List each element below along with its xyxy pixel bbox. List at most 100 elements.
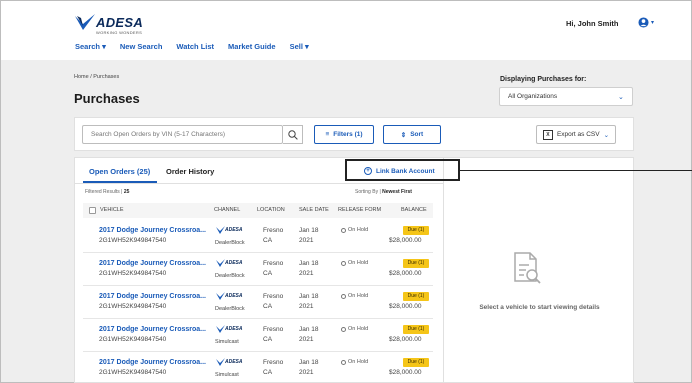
adesa-logo[interactable]: ADESA WORKING WONDERS — [73, 12, 153, 38]
vehicle-vin: 2G1WH52K949847540 — [99, 369, 167, 376]
column-channel[interactable]: CHANNEL — [214, 207, 240, 213]
table-row[interactable]: 2017 Dodge Journey Crossroa... 2G1WH52K94… — [83, 253, 433, 286]
logo-wing-icon — [216, 259, 225, 267]
channel-logo-text: ADESA — [225, 359, 243, 365]
logo-wing-icon — [216, 292, 225, 300]
sale-date: Jan 18 — [299, 227, 319, 234]
vehicle-vin: 2G1WH52K949847540 — [99, 270, 167, 277]
hold-status-icon — [341, 326, 346, 332]
export-csv-button[interactable]: X Export as CSV ⌄ — [536, 125, 616, 144]
nav-watch-list[interactable]: Watch List — [176, 42, 214, 51]
filtered-label: Filtered Results | — [85, 189, 123, 195]
channel-logo: ADESA — [216, 226, 248, 236]
orders-panel: Open Orders (25) Order History + Link Ba… — [74, 157, 444, 383]
channel-logo: ADESA — [216, 325, 248, 335]
channel-logo-text: ADESA — [225, 260, 243, 266]
user-circle-icon[interactable] — [638, 17, 649, 28]
due-badge: Due (1) — [403, 292, 429, 301]
channel-name: DealerBlock — [215, 306, 245, 312]
filter-lines-icon: ≡ — [325, 131, 330, 138]
nav-new-search[interactable]: New Search — [120, 42, 163, 51]
filtered-count: 25 — [123, 189, 130, 195]
table-row[interactable]: 2017 Dodge Journey Crossroa... 2G1WH52K94… — [83, 220, 433, 253]
column-release-form[interactable]: RELEASE FORM — [338, 207, 381, 213]
spreadsheet-icon: X — [542, 129, 553, 140]
table-row[interactable]: 2017 Dodge Journey Crossroa... 2G1WH52K94… — [83, 319, 433, 352]
nav-search[interactable]: Search ▾ — [75, 42, 106, 51]
release-status-label: On Hold — [348, 293, 369, 299]
vehicle-vin: 2G1WH52K949847540 — [99, 336, 167, 343]
sorting-by: Sorting By | Newest First — [355, 189, 412, 195]
chevron-down-icon: ⌄ — [603, 131, 610, 139]
sale-date: Jan 18 — [299, 260, 319, 267]
nav-sell[interactable]: Sell ▾ — [290, 42, 309, 51]
empty-detail-message: Select a vehicle to start viewing detail… — [479, 304, 600, 311]
table-row[interactable]: 2017 Dodge Journey Crossroa... 2G1WH52K94… — [83, 286, 433, 319]
due-badge: Due (1) — [403, 226, 429, 235]
tab-open-orders[interactable]: Open Orders (25) — [89, 167, 150, 176]
hold-status-icon — [341, 359, 346, 365]
release-status: On Hold — [341, 260, 368, 266]
due-badge: Due (1) — [403, 259, 429, 268]
search-button[interactable] — [283, 125, 303, 144]
vehicle-title-link[interactable]: 2017 Dodge Journey Crossroa... — [99, 227, 206, 234]
tab-order-history[interactable]: Order History — [166, 167, 214, 176]
vin-search-input[interactable] — [82, 125, 283, 144]
select-all-checkbox[interactable] — [89, 207, 96, 214]
displaying-for-label: Displaying Purchases for: — [500, 76, 587, 83]
location-state: CA — [263, 270, 273, 277]
channel-name: Simulcast — [215, 372, 239, 378]
location-city: Fresno — [263, 227, 284, 234]
balance-amount: $28,000.00 — [389, 270, 422, 277]
channel-name: Simulcast — [215, 339, 239, 345]
column-balance[interactable]: BALANCE — [401, 207, 427, 213]
release-status-label: On Hold — [348, 359, 369, 365]
callout-highlight-box — [345, 159, 460, 181]
location-state: CA — [263, 303, 273, 310]
user-greeting[interactable]: Hi, John Smith — [566, 19, 619, 28]
tab-divider — [75, 183, 443, 184]
document-search-icon — [514, 252, 541, 284]
vehicle-vin: 2G1WH52K949847540 — [99, 303, 167, 310]
table-row[interactable]: 2017 Dodge Journey Crossroa... 2G1WH52K94… — [83, 352, 433, 383]
release-status-label: On Hold — [348, 260, 369, 266]
callout-leader-line — [460, 170, 692, 171]
page-title: Purchases — [74, 91, 140, 106]
sort-button[interactable]: ⇕ Sort — [383, 125, 441, 144]
vehicle-title-link[interactable]: 2017 Dodge Journey Crossroa... — [99, 359, 206, 366]
logo-tagline: WORKING WONDERS — [96, 30, 143, 35]
due-badge: Due (1) — [403, 358, 429, 367]
location-city: Fresno — [263, 260, 284, 267]
channel-name: DealerBlock — [215, 240, 245, 246]
sale-year: 2021 — [299, 369, 314, 376]
location-city: Fresno — [263, 326, 284, 333]
organization-select[interactable]: All Organizations ⌄ — [499, 87, 633, 106]
filters-button[interactable]: ≡ Filters (1) — [314, 125, 374, 144]
vehicle-title-link[interactable]: 2017 Dodge Journey Crossroa... — [99, 326, 206, 333]
user-menu-chevron-icon[interactable]: ▾ — [651, 19, 654, 26]
column-vehicle[interactable]: VEHICLE — [100, 207, 124, 213]
organization-value: All Organizations — [508, 93, 558, 100]
top-header: ADESA WORKING WONDERS Search ▾ New Searc… — [1, 1, 691, 60]
sale-year: 2021 — [299, 270, 314, 277]
channel-logo-text: ADESA — [225, 227, 243, 233]
sale-year: 2021 — [299, 336, 314, 343]
balance-amount: $28,000.00 — [389, 303, 422, 310]
hold-status-icon — [341, 260, 346, 266]
toolbar: ≡ Filters (1) ⇕ Sort X Export as CSV ⌄ — [74, 117, 634, 151]
vehicle-title-link[interactable]: 2017 Dodge Journey Crossroa... — [99, 260, 206, 267]
sale-date: Jan 18 — [299, 359, 319, 366]
logo-wing-icon — [75, 14, 95, 30]
vehicle-title-link[interactable]: 2017 Dodge Journey Crossroa... — [99, 293, 206, 300]
column-sale-date[interactable]: SALE DATE — [299, 207, 329, 213]
column-location[interactable]: LOCATION — [257, 207, 285, 213]
channel-logo: ADESA — [216, 259, 248, 269]
nav-market-guide[interactable]: Market Guide — [228, 42, 276, 51]
export-label: Export as CSV — [556, 131, 600, 138]
sort-label: Sort — [410, 131, 424, 138]
channel-name: DealerBlock — [215, 273, 245, 279]
chevron-down-icon: ⌄ — [618, 94, 624, 101]
breadcrumb[interactable]: Home / Purchases — [74, 74, 119, 80]
location-state: CA — [263, 237, 273, 244]
release-status: On Hold — [341, 326, 368, 332]
